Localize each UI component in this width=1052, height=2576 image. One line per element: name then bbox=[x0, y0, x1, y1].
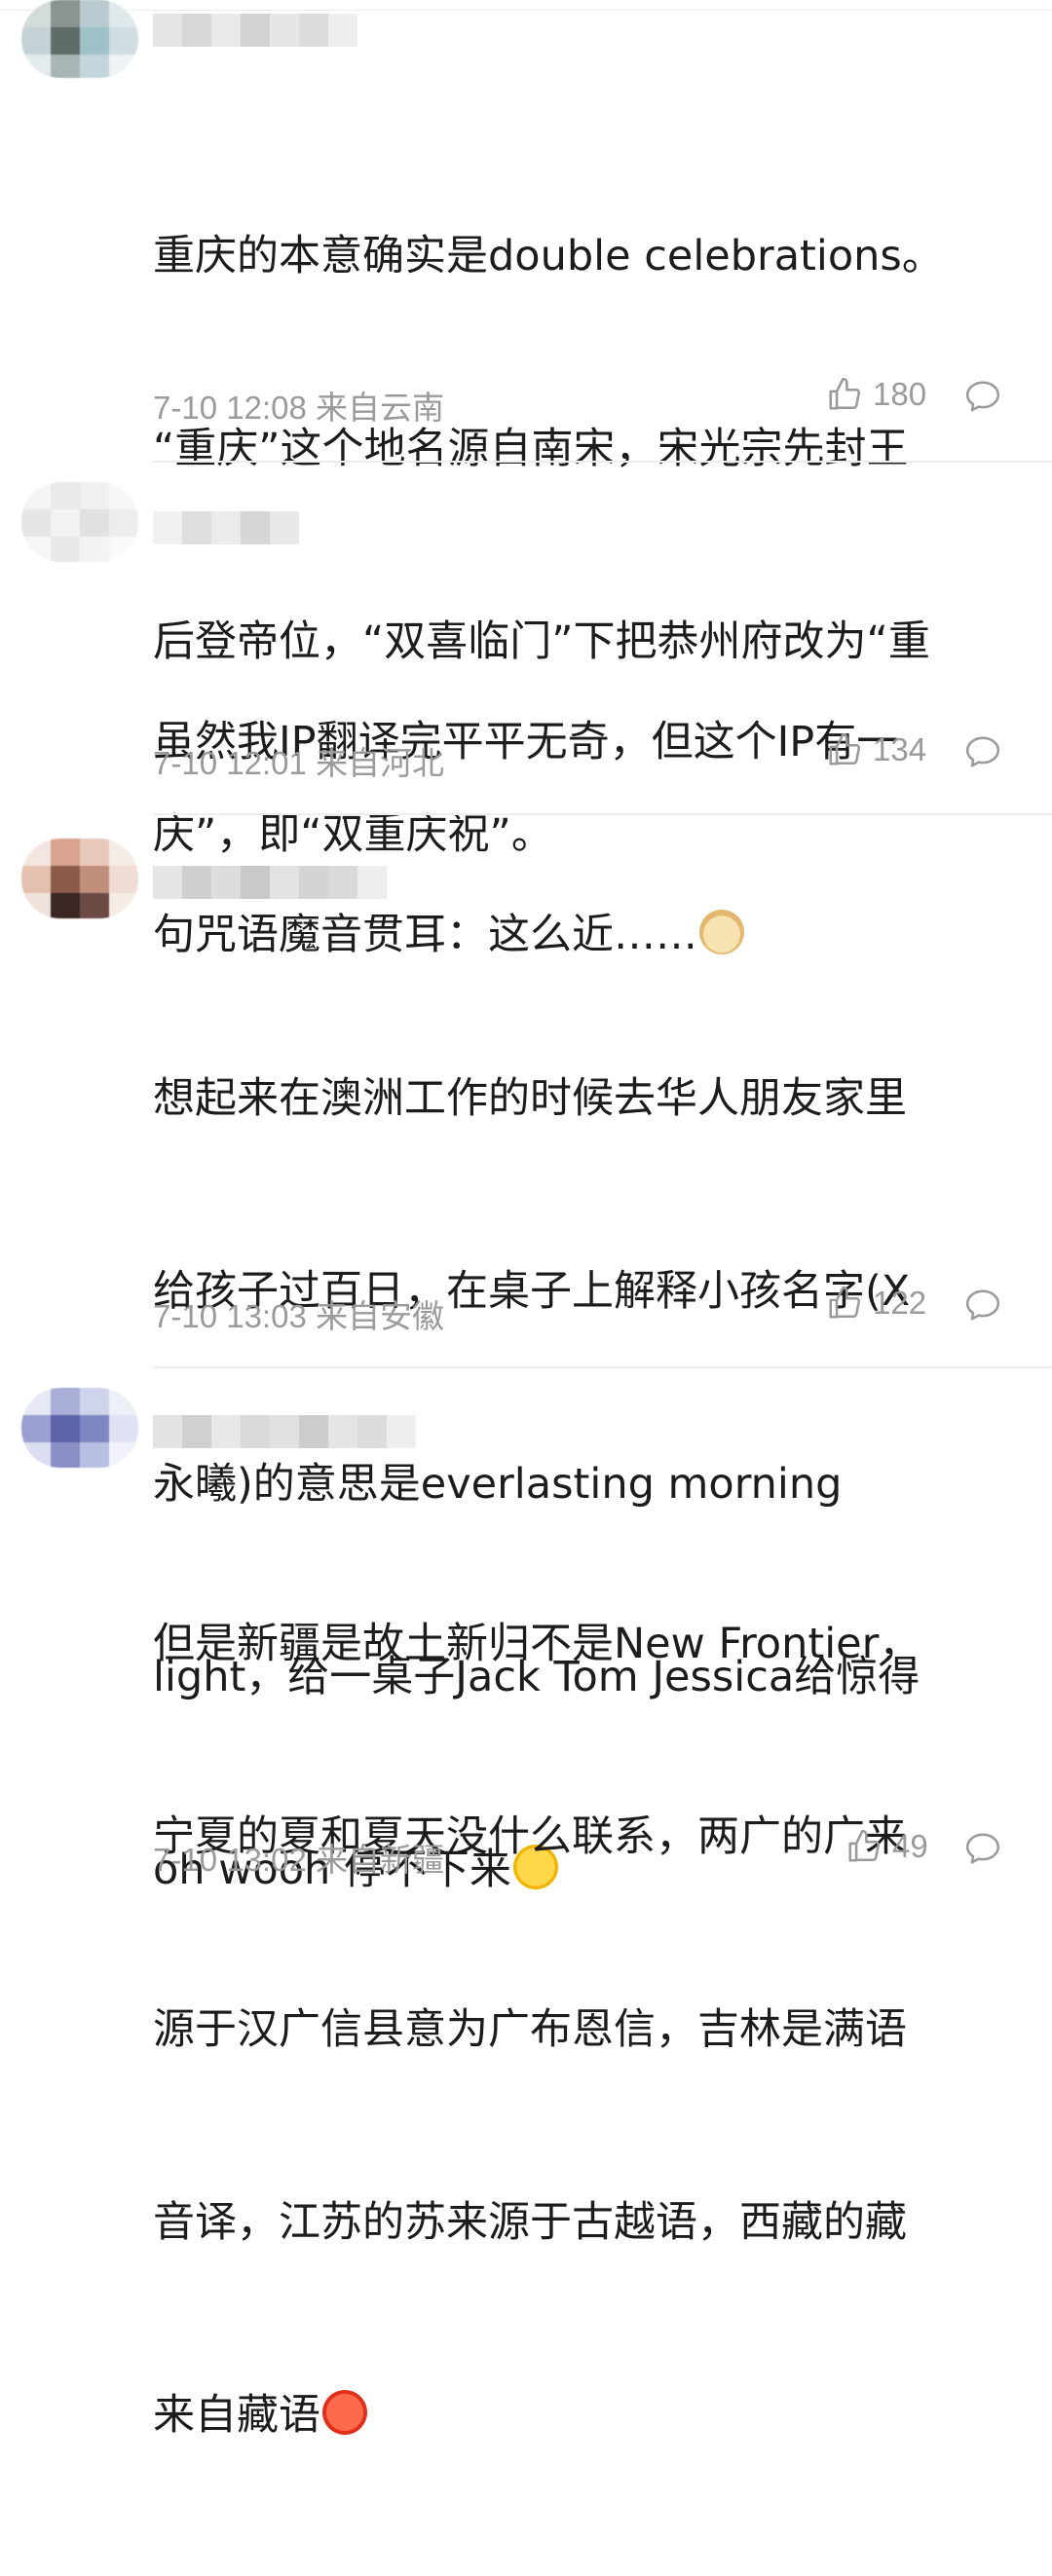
avatar[interactable] bbox=[21, 0, 138, 78]
reply-bubble-icon[interactable] bbox=[964, 734, 1001, 769]
comment-line: 重庆的本意确实是double celebrations。 bbox=[153, 232, 944, 280]
comment-time: 7-10 13:03 bbox=[153, 1298, 307, 1334]
reply-bubble-icon[interactable] bbox=[964, 1831, 1001, 1866]
thumbs-up-icon bbox=[829, 1286, 861, 1319]
avatar[interactable] bbox=[21, 839, 138, 918]
comment-item: 想起来在澳洲工作的时候去华人朋友家里 给孩子过百日，在桌子上解释小孩名字(X 永… bbox=[0, 815, 1052, 1894]
comment-location: 来自云南 bbox=[315, 390, 444, 426]
avatar[interactable] bbox=[21, 482, 138, 562]
reply-bubble-icon[interactable] bbox=[964, 1288, 1001, 1323]
username-blurred[interactable] bbox=[153, 511, 299, 544]
username-blurred[interactable] bbox=[153, 866, 387, 899]
like-count: 134 bbox=[873, 731, 927, 767]
like-count: 122 bbox=[873, 1285, 927, 1321]
comment-line: 音译，江苏的苏来源于古越语，西藏的藏 bbox=[153, 2198, 907, 2247]
thumbs-up-icon bbox=[829, 732, 861, 765]
comment-location: 来自河北 bbox=[315, 745, 444, 781]
like-button[interactable]: 49 bbox=[845, 1828, 928, 1865]
comment-meta: 7-10 12:08 来自云南 bbox=[153, 382, 444, 429]
like-count: 180 bbox=[873, 376, 927, 412]
comment-meta: 7-10 13:03 来自安徽 bbox=[153, 1290, 444, 1337]
comment-line: 但是新疆是故土新归不是New Frontier， bbox=[153, 1620, 921, 1668]
thumbs-up-icon bbox=[829, 377, 861, 410]
reply-bubble-icon[interactable] bbox=[964, 379, 1001, 414]
comment-item: 虽然我IP翻译完平平无奇，但这个IP有一 句咒语魔音贯耳：这么近…… 7-10 … bbox=[0, 463, 1052, 959]
username-blurred[interactable] bbox=[153, 1415, 416, 1448]
comment-location: 来自新疆 bbox=[315, 1842, 444, 1878]
like-button[interactable]: 134 bbox=[826, 731, 926, 768]
angry-emoji-icon bbox=[322, 2390, 367, 2435]
thumbs-up-icon bbox=[848, 1829, 881, 1862]
like-count: 49 bbox=[892, 1828, 928, 1864]
avatar[interactable] bbox=[21, 1388, 138, 1468]
comment-line: 来自藏语 bbox=[153, 2383, 1030, 2447]
comment-item: 但是新疆是故土新归不是New Frontier， 宁夏的夏和夏天没什么联系，两广… bbox=[0, 1368, 1052, 2440]
comment-time: 7-10 12:08 bbox=[153, 390, 307, 426]
comment-text: 但是新疆是故土新归不是New Frontier， 宁夏的夏和夏天没什么联系，两广… bbox=[153, 1483, 1030, 2576]
like-button[interactable]: 180 bbox=[826, 376, 926, 413]
comment-meta: 7-10 13:02 来自新疆 bbox=[153, 1834, 444, 1881]
like-button[interactable]: 122 bbox=[826, 1285, 926, 1322]
comment-item: 重庆的本意确实是double celebrations。 “重庆”这个地名源自南… bbox=[0, 0, 1052, 859]
comment-time: 7-10 12:01 bbox=[153, 745, 307, 781]
comment-time: 7-10 13:02 bbox=[153, 1842, 307, 1878]
comment-location: 来自安徽 bbox=[315, 1298, 444, 1334]
comment-line: 想起来在澳洲工作的时候去华人朋友家里 bbox=[153, 1074, 907, 1123]
username-blurred[interactable] bbox=[153, 14, 357, 47]
comment-line: 源于汉广信县意为广布恩信，吉林是满语 bbox=[153, 2005, 907, 2054]
comment-meta: 7-10 12:01 来自河北 bbox=[153, 737, 444, 784]
